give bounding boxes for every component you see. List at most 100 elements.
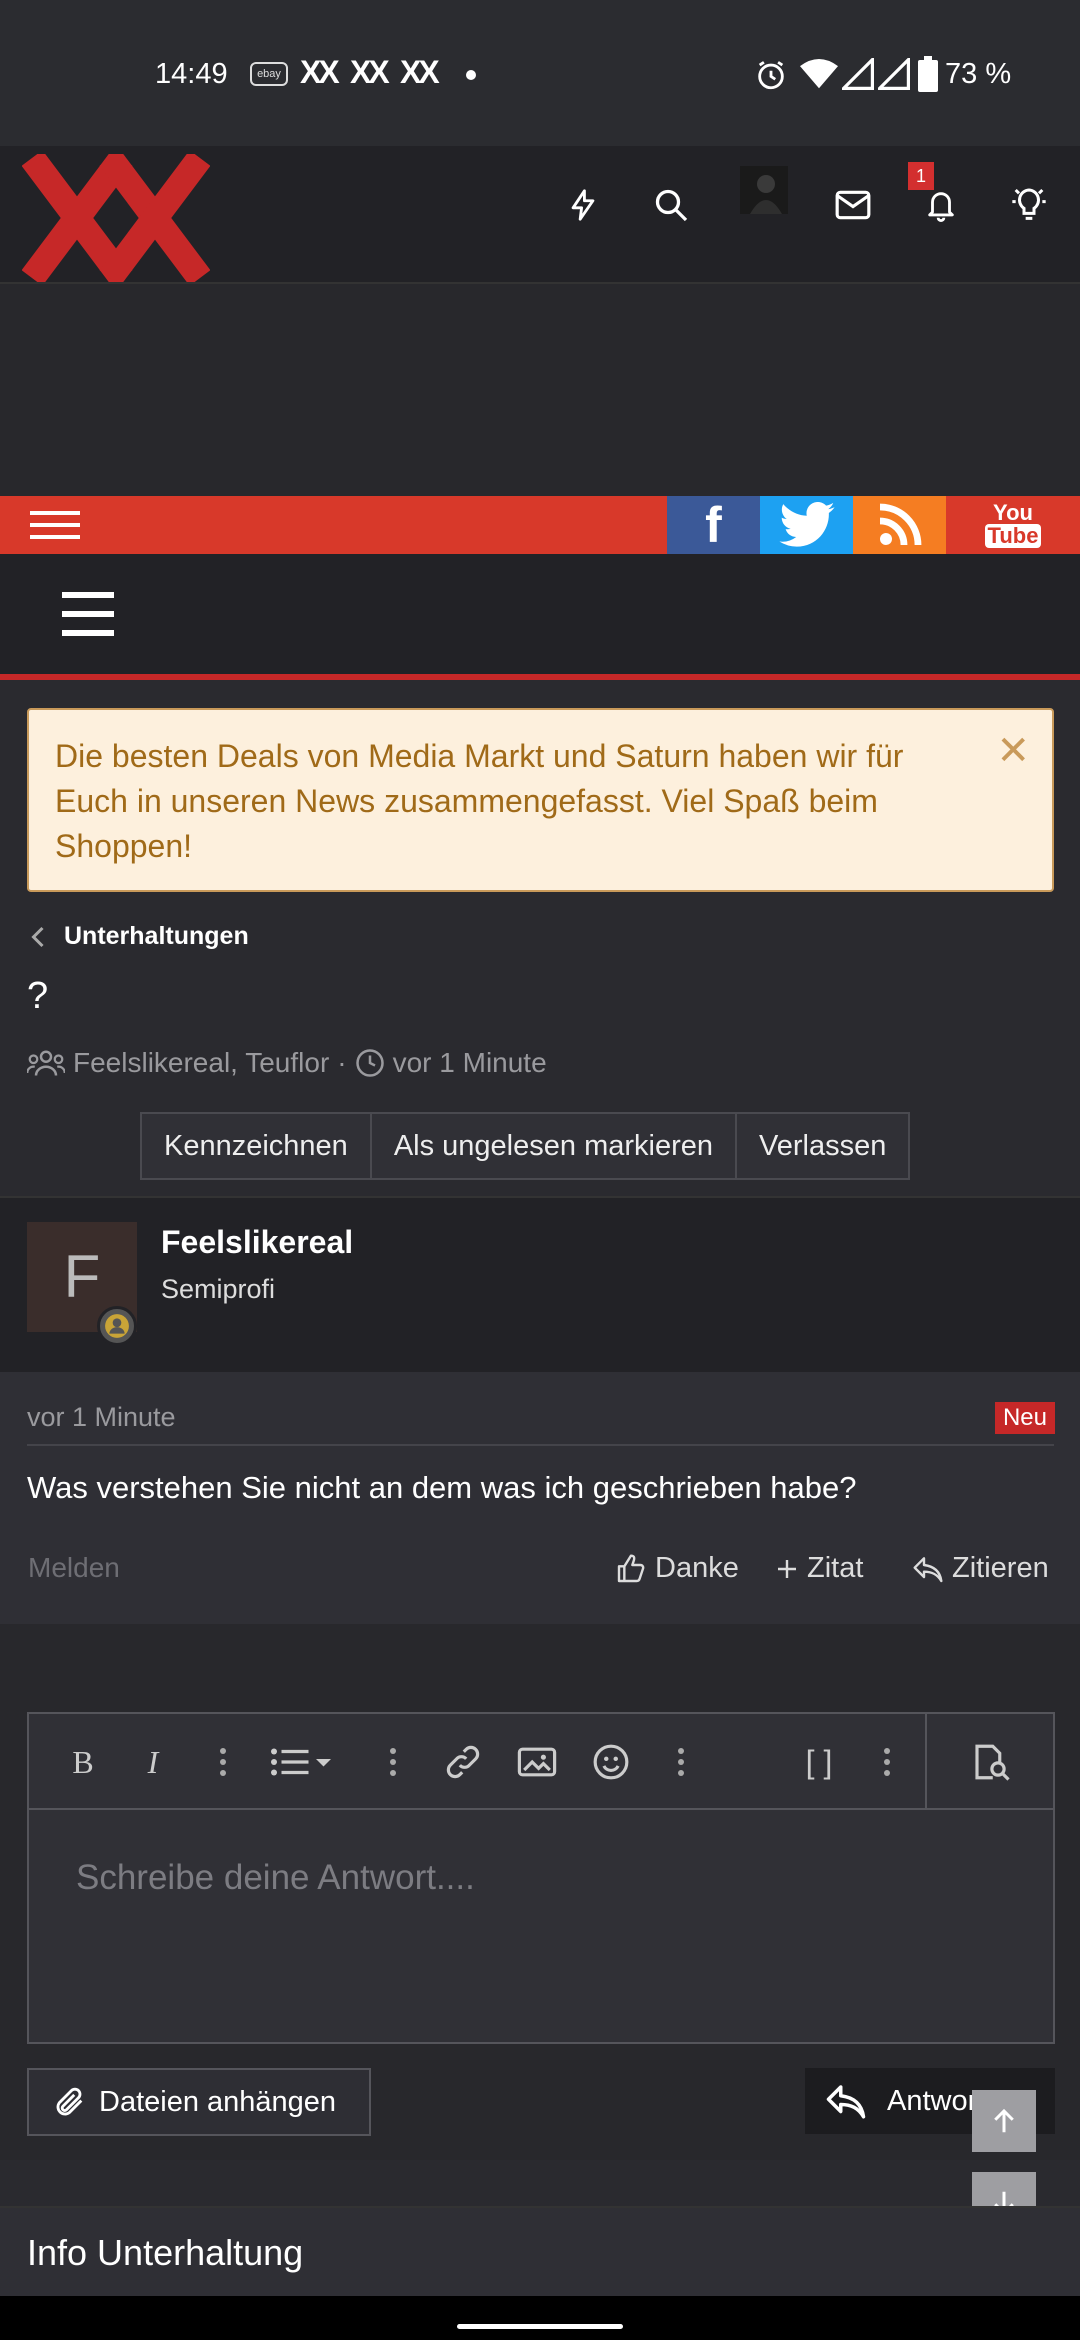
youtube-icon-tube: Tube xyxy=(984,524,1042,548)
author-name[interactable]: Feelslikereal xyxy=(161,1224,353,1261)
message-body: Was verstehen Sie nicht an dem was ich g… xyxy=(27,1470,857,1505)
bell-icon xyxy=(928,192,954,222)
preview-icon xyxy=(975,1744,1010,1781)
facebook-icon: f xyxy=(705,497,722,553)
more-vertical-icon xyxy=(390,1748,396,1776)
hamburger-icon xyxy=(62,592,114,636)
more-vertical-icon xyxy=(678,1748,684,1776)
more-options-button[interactable] xyxy=(863,1738,911,1786)
twitter-icon xyxy=(778,502,835,547)
conversations-button[interactable] xyxy=(818,170,888,240)
breadcrumb[interactable]: Unterhaltungen xyxy=(30,922,249,951)
page-title: ? xyxy=(27,975,49,1017)
users-icon xyxy=(27,1050,65,1076)
lightning-icon xyxy=(571,189,595,221)
more-paragraph-options-button[interactable] xyxy=(369,1738,417,1786)
notice-text: Die besten Deals von Media Markt und Sat… xyxy=(55,738,904,864)
smiley-icon xyxy=(593,1744,629,1780)
alarm-icon xyxy=(758,61,784,90)
search-icon xyxy=(655,189,688,222)
nav-menu-button[interactable] xyxy=(62,590,114,638)
reply-quote-button[interactable]: Zitieren xyxy=(912,1552,1049,1585)
xx-notification-icon: XX xyxy=(300,54,340,90)
hamburger-menu-button[interactable] xyxy=(30,509,80,541)
italic-button[interactable]: I xyxy=(129,1738,177,1786)
rss-icon xyxy=(879,503,921,546)
arrow-up-icon xyxy=(994,2108,1014,2133)
meta-separator: · xyxy=(337,1047,347,1078)
insert-emoji-button[interactable] xyxy=(587,1738,635,1786)
reply-input-placeholder[interactable]: Schreibe deine Antwort.... xyxy=(76,1858,475,1898)
bold-button[interactable]: B xyxy=(59,1738,107,1786)
home-gesture-handle[interactable] xyxy=(457,2324,623,2329)
status-bar: 14:49 ebay XX XX XX 73 % xyxy=(0,0,1080,146)
message: vor 1 Minute Neu Was verstehen Sie nicht… xyxy=(0,1372,1080,1624)
reply-quote-label: Zitieren xyxy=(952,1552,1049,1584)
multiquote-label: Zitat xyxy=(807,1552,864,1584)
ebay-notification-icon: ebay xyxy=(250,62,288,86)
insert-link-button[interactable] xyxy=(439,1738,487,1786)
list-button[interactable] xyxy=(269,1738,339,1786)
divider xyxy=(27,1444,1054,1446)
preview-button[interactable] xyxy=(967,1738,1015,1786)
info-section: Info Unterhaltung xyxy=(0,2206,1080,2296)
site-logo[interactable] xyxy=(22,154,210,282)
user-avatar[interactable] xyxy=(740,166,788,214)
plus-icon xyxy=(778,1559,796,1578)
leave-button[interactable]: Verlassen xyxy=(737,1114,908,1178)
conversation-time: vor 1 Minute xyxy=(392,1047,547,1078)
toolbar-divider xyxy=(925,1714,927,1810)
status-time: 14:49 xyxy=(155,58,228,90)
message-time[interactable]: vor 1 Minute xyxy=(27,1402,176,1433)
facebook-link[interactable]: f xyxy=(667,496,760,554)
mail-icon xyxy=(835,190,871,220)
report-link[interactable]: Melden xyxy=(28,1552,120,1584)
quick-reply: B I [] Schreibe deine Antwort.... Datei… xyxy=(0,1686,1080,2160)
participants[interactable]: Feelslikereal, Teuflor xyxy=(73,1047,329,1079)
system-navigation-bar xyxy=(0,2296,1080,2340)
thumbs-up-icon xyxy=(617,1553,645,1582)
more-vertical-icon xyxy=(884,1748,890,1776)
youtube-link[interactable]: You Tube xyxy=(946,496,1080,554)
thanks-button[interactable]: Danke xyxy=(615,1552,739,1585)
signal-icon xyxy=(878,58,910,90)
breadcrumb-label[interactable]: Unterhaltungen xyxy=(64,922,249,951)
paperclip-icon xyxy=(56,2087,83,2116)
style-toggle-button[interactable] xyxy=(994,170,1064,240)
scroll-to-top-button[interactable] xyxy=(972,2090,1036,2152)
xx-notification-icon: XX xyxy=(400,54,440,90)
editor-toolbar: B I [] xyxy=(29,1714,1053,1810)
rich-text-editor[interactable]: B I [] Schreibe deine Antwort.... xyxy=(27,1712,1055,2044)
notification-badge: 1 xyxy=(908,162,934,190)
user-avatar-image xyxy=(740,166,788,214)
info-section-title: Info Unterhaltung xyxy=(27,2232,304,2273)
twitter-link[interactable] xyxy=(760,496,853,554)
wifi-icon xyxy=(800,58,838,89)
hamburger-icon xyxy=(30,511,80,539)
conversation-meta: Feelslikereal, Teuflor · vor 1 Minute xyxy=(27,1047,547,1079)
battery-percent: 73 % xyxy=(945,58,1012,90)
attach-files-button[interactable]: Dateien anhängen xyxy=(27,2068,371,2136)
more-insert-options-button[interactable] xyxy=(657,1738,705,1786)
mark-button[interactable]: Kennzeichnen xyxy=(142,1114,372,1178)
rss-link[interactable] xyxy=(853,496,946,554)
search-button[interactable] xyxy=(636,170,706,240)
more-text-options-button[interactable] xyxy=(199,1738,247,1786)
conversation-actions: Kennzeichnen Als ungelesen markieren Ver… xyxy=(140,1112,911,1180)
notice-banner: Die besten Deals von Media Markt und Sat… xyxy=(27,708,1054,892)
site-header: 1 xyxy=(0,146,1080,284)
battery-icon xyxy=(918,56,938,92)
whats-new-button[interactable] xyxy=(548,170,618,240)
user-circle-icon xyxy=(105,1314,129,1338)
bbcode-toggle-button[interactable]: [ ] xyxy=(795,1738,843,1786)
insert-image-button[interactable] xyxy=(513,1738,561,1786)
mark-unread-button[interactable]: Als ungelesen markieren xyxy=(372,1114,737,1178)
spacer xyxy=(0,1624,1080,1686)
reply-icon xyxy=(913,1556,943,1582)
image-icon xyxy=(517,1747,557,1777)
notice-close-button[interactable]: ✕ xyxy=(996,728,1030,774)
multiquote-button[interactable]: Zitat xyxy=(775,1552,863,1585)
chevron-left-icon xyxy=(31,926,44,947)
message-author: F Feelslikereal Semiprofi xyxy=(0,1196,1080,1372)
list-icon xyxy=(271,1748,331,1776)
